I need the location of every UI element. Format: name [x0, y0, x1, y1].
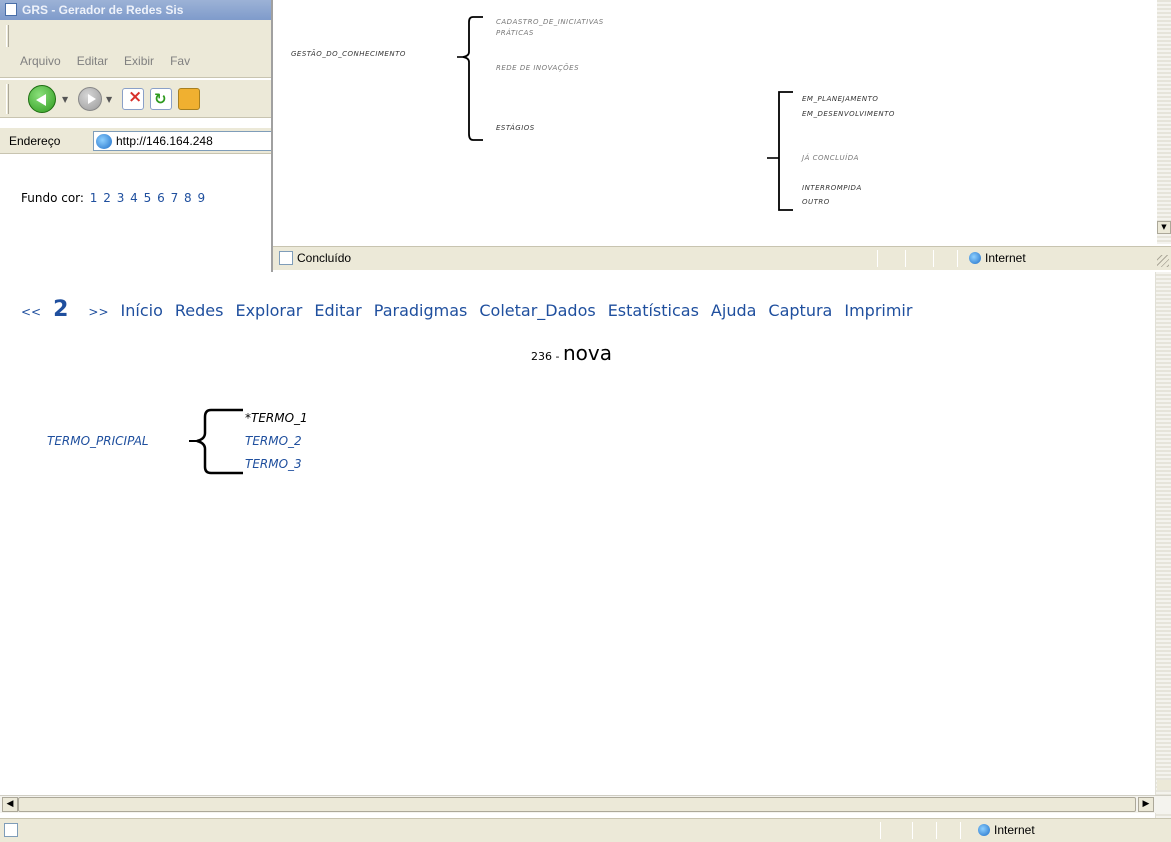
popup-tree-bracket	[457, 16, 483, 141]
address-label: Endereço	[9, 134, 61, 148]
popup-content: GESTÃO_DO_CONHECIMENTO CADASTRO_DE_INICI…	[277, 0, 1155, 244]
popup-tree-root[interactable]: GESTÃO_DO_CONHECIMENTO	[291, 50, 406, 58]
ie-page-icon	[96, 134, 112, 149]
status-separator	[880, 822, 881, 839]
home-icon[interactable]	[178, 88, 200, 110]
nav-link-captura[interactable]: Captura	[768, 301, 832, 320]
popup-status-zone: Internet	[985, 251, 1026, 265]
nav-link-coletar-dados[interactable]: Coletar_Dados	[479, 301, 595, 320]
nav-link-inicio[interactable]: Início	[121, 301, 163, 320]
page-status-icon	[4, 823, 18, 837]
page-status-icon	[279, 251, 293, 265]
popup-subtree-child[interactable]: EM_DESENVOLVIMENTO	[802, 110, 895, 118]
popup-status-bar: Concluído Internet	[273, 246, 1171, 270]
popup-browser-window: GESTÃO_DO_CONHECIMENTO CADASTRO_DE_INICI…	[271, 0, 1171, 272]
page-id: 236 -	[531, 350, 563, 363]
main-horizontal-scrollbar[interactable]: ◀ ▶	[0, 795, 1171, 813]
refresh-icon[interactable]	[150, 88, 172, 110]
address-value[interactable]: http://146.164.248	[116, 134, 213, 148]
popup-subtree-child[interactable]: EM_PLANEJAMENTO	[802, 95, 878, 103]
window-title: GRS - Gerador de Redes Sis	[22, 3, 184, 17]
status-separator	[933, 250, 934, 267]
tree-child-term[interactable]: TERMO_2	[245, 434, 302, 448]
tree-root-term[interactable]: TERMO_PRICIPAL	[47, 434, 149, 448]
fundo-option-1[interactable]: 1	[90, 191, 98, 205]
tree-child-term[interactable]: TERMO_3	[245, 457, 302, 471]
nav-link-imprimir[interactable]: Imprimir	[844, 301, 912, 320]
navigation-bar: << 2 >> Início Redes Explorar Editar Par…	[21, 297, 924, 322]
fundo-option-6[interactable]: 6	[157, 191, 165, 205]
scroll-down-icon[interactable]: ▼	[1157, 221, 1171, 234]
internet-zone-icon	[969, 252, 981, 264]
current-page-number: 2	[53, 297, 69, 322]
nav-link-explorar[interactable]: Explorar	[235, 301, 302, 320]
main-title-bar[interactable]: GRS - Gerador de Redes Sis	[0, 0, 275, 20]
menu-items: Arquivo Editar Exibir Fav	[20, 54, 190, 68]
prev-page-link[interactable]: <<	[21, 305, 41, 319]
menu-favoritos[interactable]: Fav	[170, 54, 190, 68]
popup-subtree-bracket	[767, 91, 793, 211]
nav-link-estatisticas[interactable]: Estatísticas	[608, 301, 699, 320]
app-icon	[5, 3, 17, 16]
menu-grip	[6, 25, 9, 47]
main-status-bar: Internet	[0, 818, 1171, 842]
fundo-label: Fundo cor:	[21, 191, 84, 205]
tree-child-term[interactable]: *TERMO_1	[245, 411, 308, 425]
forward-dropdown-icon[interactable]: ▼	[106, 95, 112, 104]
next-page-link[interactable]: >>	[88, 305, 108, 319]
main-status-zone: Internet	[994, 823, 1035, 837]
tree-bracket	[189, 408, 243, 475]
status-separator	[960, 822, 961, 839]
scroll-left-icon[interactable]: ◀	[2, 797, 18, 812]
status-separator	[957, 250, 958, 267]
address-input[interactable]: http://146.164.248	[93, 131, 283, 151]
menu-bar: Arquivo Editar Exibir Fav	[0, 20, 275, 78]
fundo-option-7[interactable]: 7	[171, 191, 179, 205]
main-vscroll-thumb[interactable]	[1157, 780, 1171, 790]
nav-link-editar[interactable]: Editar	[314, 301, 361, 320]
popup-status-text: Concluído	[297, 251, 352, 265]
resize-grip-icon[interactable]	[1157, 255, 1169, 267]
popup-tree-child[interactable]: ESTÁGIOS	[496, 124, 535, 132]
main-hscroll-thumb[interactable]	[18, 797, 1136, 812]
status-separator	[877, 250, 878, 267]
popup-vertical-scrollbar[interactable]: ▼	[1157, 0, 1171, 244]
toolbar-grip	[6, 84, 9, 114]
forward-icon[interactable]	[78, 87, 102, 111]
popup-tree-child[interactable]: PRÁTICAS	[496, 29, 534, 37]
toolbar: ▼ ▼	[0, 80, 275, 118]
back-icon[interactable]	[28, 85, 56, 113]
nav-link-paradigmas[interactable]: Paradigmas	[374, 301, 468, 320]
nav-link-ajuda[interactable]: Ajuda	[711, 301, 757, 320]
status-separator	[936, 822, 937, 839]
page-title: 236 - nova	[531, 341, 612, 365]
popup-tree-child[interactable]: REDE DE INOVAÇÕES	[496, 64, 579, 72]
stop-icon[interactable]	[122, 87, 144, 110]
popup-tree-child[interactable]: CADASTRO_DE_INICIATIVAS	[496, 18, 604, 26]
page-name: nova	[562, 341, 612, 365]
status-separator	[905, 250, 906, 267]
menu-editar[interactable]: Editar	[77, 54, 108, 68]
fundo-option-8[interactable]: 8	[184, 191, 192, 205]
background-color-selector: Fundo cor: 1 2 3 4 5 6 7 8 9	[21, 191, 205, 205]
popup-subtree-child[interactable]: OUTRO	[802, 198, 830, 206]
nav-link-redes[interactable]: Redes	[175, 301, 224, 320]
back-dropdown-icon[interactable]: ▼	[62, 95, 68, 104]
scroll-right-icon[interactable]: ▶	[1138, 797, 1154, 812]
fundo-option-9[interactable]: 9	[198, 191, 206, 205]
status-separator	[912, 822, 913, 839]
menu-exibir[interactable]: Exibir	[124, 54, 154, 68]
fundo-option-2[interactable]: 2	[103, 191, 111, 205]
fundo-option-4[interactable]: 4	[130, 191, 138, 205]
menu-arquivo[interactable]: Arquivo	[20, 54, 61, 68]
fundo-option-3[interactable]: 3	[117, 191, 125, 205]
popup-subtree-child[interactable]: INTERROMPIDA	[802, 184, 862, 192]
popup-subtree-child[interactable]: JÁ CONCLUÍDA	[802, 154, 859, 162]
address-bar: Endereço http://146.164.248	[0, 128, 283, 154]
fundo-option-5[interactable]: 5	[144, 191, 152, 205]
internet-zone-icon	[978, 824, 990, 836]
